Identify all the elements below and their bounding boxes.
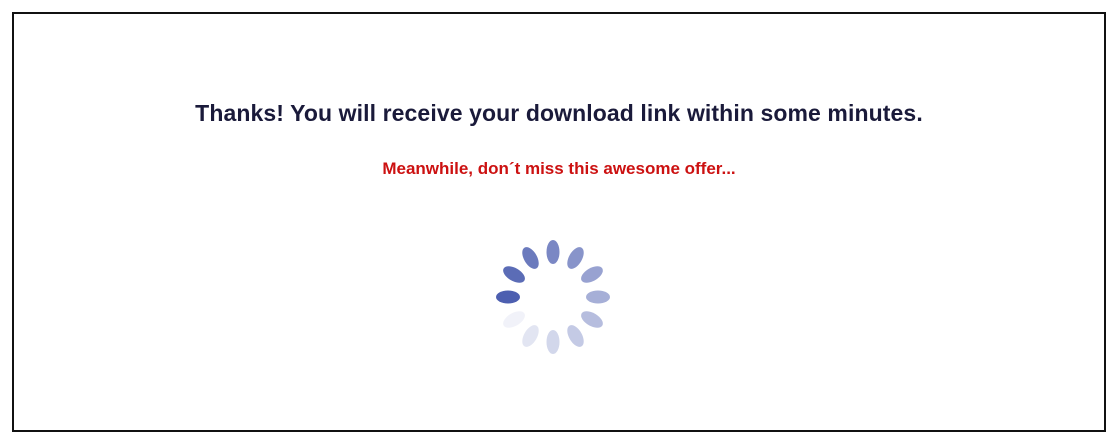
spinner-segment — [581, 266, 603, 283]
confirmation-headline: Thanks! You will receive your download l… — [195, 100, 923, 126]
spinner-segment — [581, 311, 603, 328]
spinner-segment — [586, 290, 610, 304]
spinner-segment — [522, 325, 539, 347]
spinner-graphic — [496, 240, 610, 354]
spinner-segment — [567, 325, 584, 347]
page-frame: Thanks! You will receive your download l… — [12, 12, 1106, 432]
spinner-segment — [567, 247, 584, 269]
spinner-segment — [503, 266, 525, 283]
offer-subline: Meanwhile, don´t miss this awesome offer… — [382, 159, 736, 178]
loading-spinner-icon — [493, 237, 613, 357]
spinner-segment — [496, 290, 520, 304]
spinner-segment — [503, 311, 525, 328]
spinner-segment — [546, 240, 560, 264]
spinner-segment — [522, 247, 539, 269]
spinner-segment — [546, 330, 560, 354]
